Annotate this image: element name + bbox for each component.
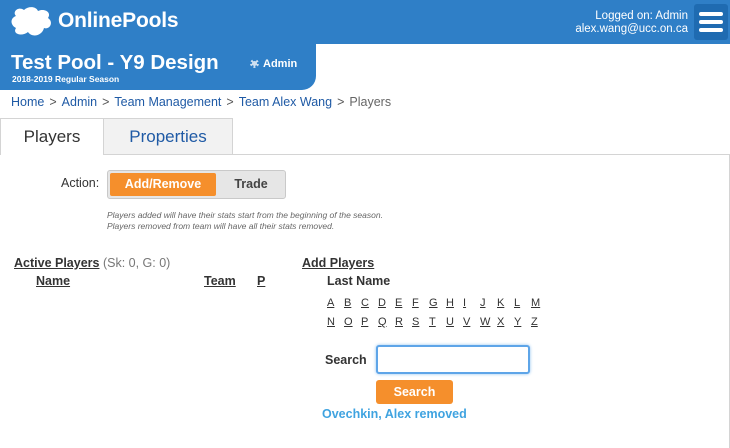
active-players-heading: Active Players (Sk: 0, G: 0) (14, 256, 170, 270)
letter-filter-c[interactable]: C (361, 297, 378, 309)
letter-filter-q[interactable]: Q (378, 316, 395, 328)
letter-filter-w[interactable]: W (480, 316, 497, 328)
search-button[interactable]: Search (376, 380, 453, 404)
action-note-line-1: Players added will have their stats star… (107, 210, 383, 220)
breadcrumb-separator: > (337, 95, 345, 109)
admin-link-label: Admin (263, 58, 298, 70)
search-label: Search (325, 353, 367, 367)
action-toggle: Add/Remove Trade (107, 170, 286, 199)
letter-filter-e[interactable]: E (395, 297, 412, 309)
login-info: Logged on: Admin alex.wang@ucc.on.ca (575, 10, 688, 36)
letter-filter-p[interactable]: P (361, 316, 378, 328)
breadcrumb-team-management[interactable]: Team Management (114, 95, 221, 109)
breadcrumb-separator: > (102, 95, 110, 109)
logged-on-text: Logged on: Admin (595, 10, 688, 22)
hamburger-menu-icon[interactable] (694, 4, 728, 40)
action-note-line-2: Players removed from team will have all … (107, 221, 335, 231)
letter-filter-r[interactable]: R (395, 316, 412, 328)
tab-properties[interactable]: Properties (104, 118, 233, 155)
letter-filter-x[interactable]: X (497, 316, 514, 328)
letter-filter-m[interactable]: M (531, 297, 548, 309)
breadcrumb-admin[interactable]: Admin (62, 95, 97, 109)
user-email: alex.wang@ucc.on.ca (575, 23, 688, 35)
pool-banner: Test Pool - Y9 Design Admin 2018-2019 Re… (0, 44, 316, 90)
tab-players[interactable]: Players (0, 118, 104, 155)
letter-filter-n[interactable]: N (327, 316, 344, 328)
column-header-name[interactable]: Name (36, 274, 70, 288)
gear-icon (250, 59, 259, 68)
breadcrumb: Home > Admin > Team Management > Team Alex Wan… (11, 95, 391, 109)
add-players-title: Add Players (302, 256, 375, 270)
letter-filter-row-1: ABCDEFGHIJKLM (327, 297, 548, 309)
letter-filter-d[interactable]: D (378, 297, 395, 309)
letter-filter-o[interactable]: O (344, 316, 361, 328)
letter-filter-f[interactable]: F (412, 297, 429, 309)
column-header-team[interactable]: Team (204, 274, 236, 288)
breadcrumb-separator: > (226, 95, 234, 109)
breadcrumb-separator: > (49, 95, 57, 109)
active-players-title: Active Players (14, 256, 100, 270)
trade-button[interactable]: Trade (218, 173, 284, 196)
letter-filter-i[interactable]: I (463, 297, 480, 309)
letter-filter-g[interactable]: G (429, 297, 446, 309)
letter-filter-l[interactable]: L (514, 297, 531, 309)
letter-filter-b[interactable]: B (344, 297, 361, 309)
letter-filter-u[interactable]: U (446, 316, 463, 328)
letter-filter-k[interactable]: K (497, 297, 514, 309)
letter-filter-a[interactable]: A (327, 297, 344, 309)
letter-filter-h[interactable]: H (446, 297, 463, 309)
letter-filter-s[interactable]: S (412, 316, 429, 328)
status-message: Ovechkin, Alex removed (322, 407, 467, 421)
pool-title: Test Pool - Y9 Design (11, 51, 219, 74)
letter-filter-j[interactable]: J (480, 297, 497, 309)
action-label: Action: (61, 176, 100, 190)
letter-filter-row-2: NOPQRSTUVWXYZ (327, 316, 548, 328)
letter-filter-z[interactable]: Z (531, 316, 548, 328)
letter-filter-v[interactable]: V (463, 316, 480, 328)
breadcrumb-team[interactable]: Team Alex Wang (239, 95, 332, 109)
pool-logo-icon[interactable] (10, 6, 54, 38)
add-remove-button[interactable]: Add/Remove (110, 173, 216, 196)
search-input[interactable] (376, 345, 530, 374)
top-header-bar: OnlinePools Logged on: Admin alex.wang@u… (0, 0, 730, 44)
letter-filter-y[interactable]: Y (514, 316, 531, 328)
admin-link[interactable]: Admin (250, 58, 297, 70)
last-name-label: Last Name (327, 274, 391, 288)
active-players-counts: (Sk: 0, G: 0) (102, 256, 171, 270)
brand-name[interactable]: OnlinePools (58, 9, 179, 33)
letter-filter-t[interactable]: T (429, 316, 446, 328)
action-note: Players added will have their stats star… (107, 210, 383, 232)
pool-season: 2018-2019 Regular Season (12, 74, 120, 84)
column-header-position[interactable]: P (257, 274, 265, 288)
breadcrumb-current: Players (349, 95, 392, 109)
breadcrumb-home[interactable]: Home (11, 95, 44, 109)
